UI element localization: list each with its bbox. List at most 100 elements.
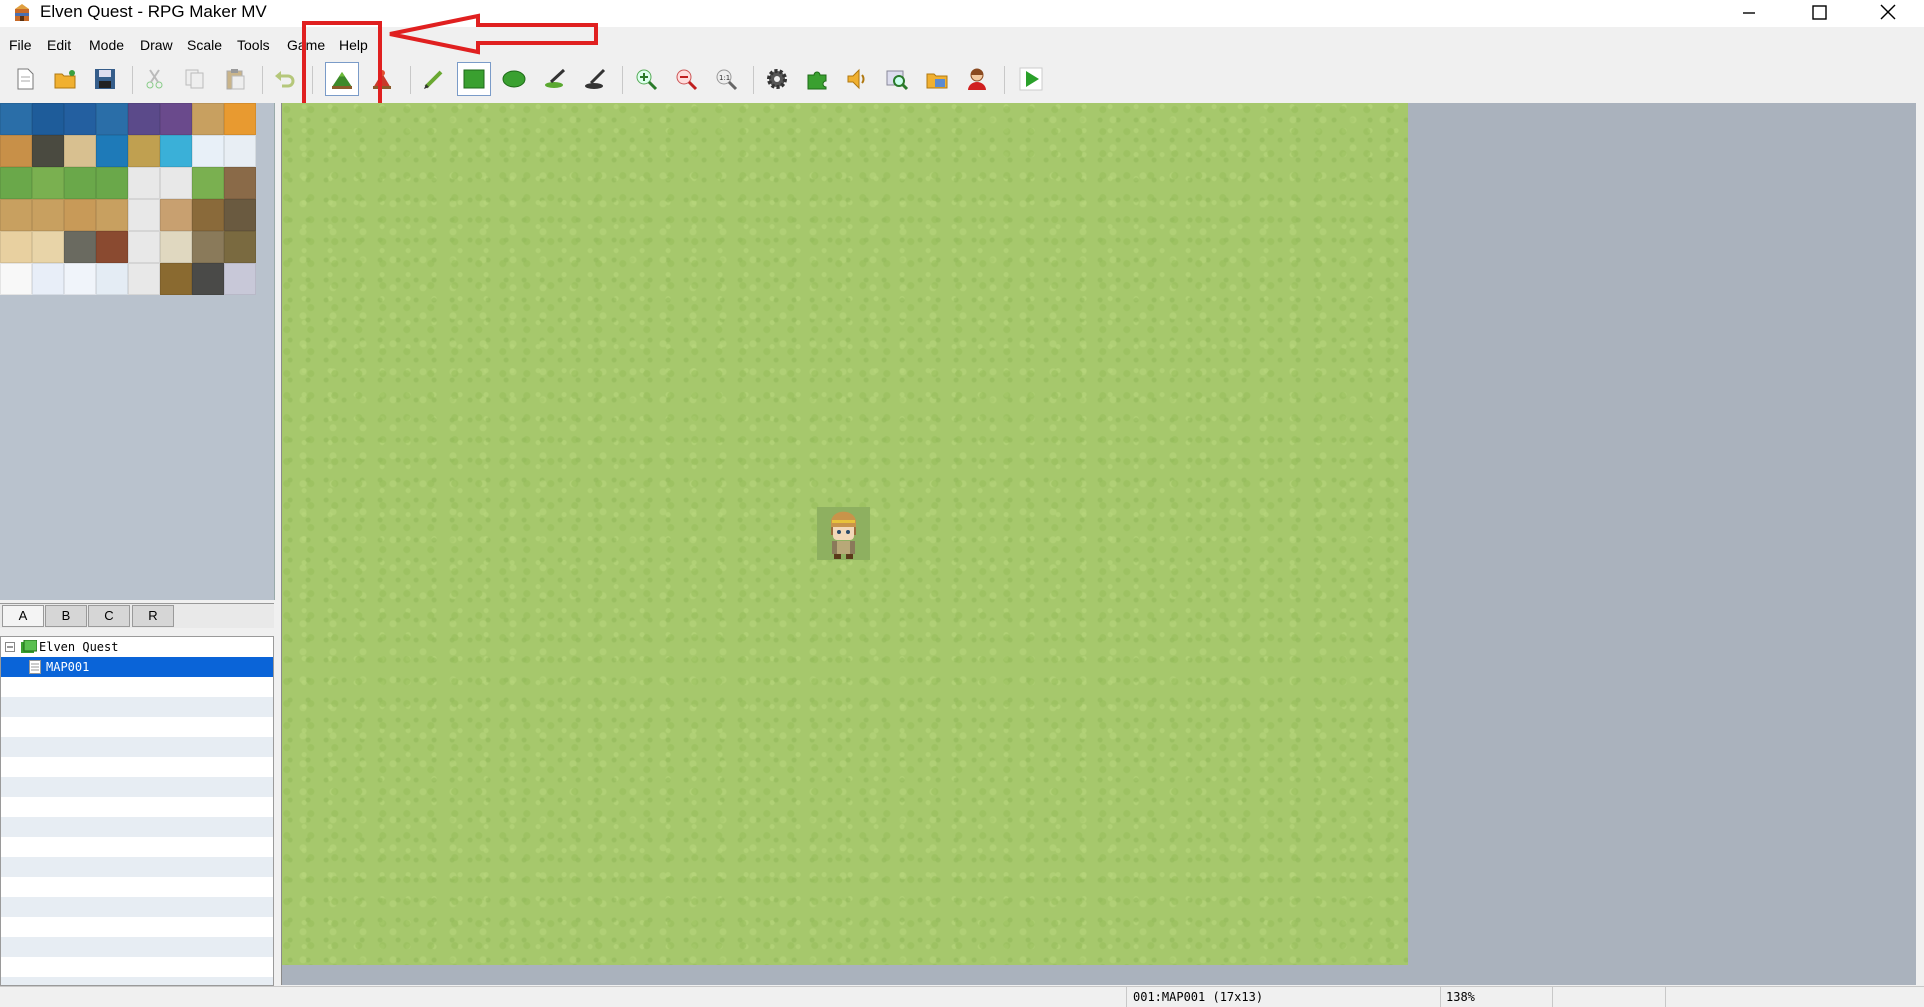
cut-button[interactable]	[138, 62, 172, 96]
tree-row-stripe	[1, 857, 273, 877]
tile-swatch[interactable]	[224, 263, 256, 295]
tileset-tabs: A B C R	[0, 603, 274, 628]
tile-swatch[interactable]	[32, 135, 64, 167]
close-button[interactable]	[1853, 0, 1923, 27]
tile-swatch[interactable]	[96, 135, 128, 167]
database-button[interactable]	[760, 62, 794, 96]
tile-swatch[interactable]	[96, 167, 128, 199]
tab-r[interactable]: R	[132, 605, 174, 627]
status-divider	[1126, 987, 1127, 1007]
menu-file[interactable]: File	[9, 37, 32, 53]
tile-swatch[interactable]	[32, 103, 64, 135]
tile-swatch[interactable]	[192, 167, 224, 199]
tile-grid[interactable]	[0, 103, 258, 296]
tab-a[interactable]: A	[2, 605, 44, 627]
flood-fill-button[interactable]	[538, 62, 572, 96]
pencil-button[interactable]	[417, 62, 451, 96]
tile-swatch[interactable]	[128, 231, 160, 263]
zoom-out-button[interactable]	[669, 62, 703, 96]
menu-scale[interactable]: Scale	[187, 37, 222, 53]
save-icon	[95, 69, 115, 89]
zoom-in-button[interactable]	[629, 62, 663, 96]
tile-swatch[interactable]	[96, 231, 128, 263]
minimize-button[interactable]	[1713, 0, 1783, 27]
tile-swatch[interactable]	[192, 103, 224, 135]
tile-swatch[interactable]	[96, 199, 128, 231]
collapse-icon[interactable]	[5, 642, 15, 652]
tile-swatch[interactable]	[160, 103, 192, 135]
tile-swatch[interactable]	[32, 167, 64, 199]
menu-edit[interactable]: Edit	[47, 37, 71, 53]
tree-project-row[interactable]: Elven Quest	[1, 637, 273, 657]
tile-swatch[interactable]	[224, 231, 256, 263]
tile-swatch[interactable]	[128, 135, 160, 167]
menu-draw[interactable]: Draw	[140, 37, 173, 53]
plugin-manager-button[interactable]	[800, 62, 834, 96]
save-project-button[interactable]	[88, 62, 122, 96]
tile-swatch[interactable]	[64, 263, 96, 295]
actual-size-icon: 1:1	[716, 69, 738, 91]
map-canvas-area[interactable]	[281, 103, 1924, 985]
new-project-button[interactable]	[8, 62, 42, 96]
ellipse-button[interactable]	[497, 62, 531, 96]
tile-swatch[interactable]	[96, 263, 128, 295]
rectangle-button[interactable]	[457, 62, 491, 96]
tile-swatch[interactable]	[160, 199, 192, 231]
sound-test-button[interactable]	[840, 62, 874, 96]
tile-swatch[interactable]	[0, 103, 32, 135]
map-grass[interactable]	[282, 103, 1408, 965]
tile-swatch[interactable]	[224, 167, 256, 199]
tile-swatch[interactable]	[128, 167, 160, 199]
tab-c[interactable]: C	[88, 605, 130, 627]
tile-swatch[interactable]	[0, 167, 32, 199]
tile-swatch[interactable]	[128, 199, 160, 231]
tile-swatch[interactable]	[192, 263, 224, 295]
tree-map-row-selected[interactable]: MAP001	[1, 657, 273, 677]
tile-swatch[interactable]	[192, 199, 224, 231]
toolbar-separator	[753, 66, 754, 94]
tile-swatch[interactable]	[192, 135, 224, 167]
menu-mode[interactable]: Mode	[89, 37, 124, 53]
tile-swatch[interactable]	[0, 231, 32, 263]
playtest-button[interactable]	[1014, 62, 1048, 96]
tile-swatch[interactable]	[224, 135, 256, 167]
status-map-info: 001:MAP001 (17x13)	[1133, 990, 1264, 1004]
character-generator-button[interactable]	[960, 62, 994, 96]
paste-button[interactable]	[218, 62, 252, 96]
tile-swatch[interactable]	[64, 199, 96, 231]
event-searcher-button[interactable]	[880, 62, 914, 96]
tile-swatch[interactable]	[64, 135, 96, 167]
tile-swatch[interactable]	[160, 135, 192, 167]
tile-swatch[interactable]	[224, 103, 256, 135]
tile-swatch[interactable]	[160, 231, 192, 263]
tab-b[interactable]: B	[45, 605, 87, 627]
tile-swatch[interactable]	[0, 263, 32, 295]
tile-swatch[interactable]	[32, 231, 64, 263]
menu-tools[interactable]: Tools	[237, 37, 270, 53]
tile-swatch[interactable]	[96, 103, 128, 135]
tile-swatch[interactable]	[32, 263, 64, 295]
tile-swatch[interactable]	[64, 167, 96, 199]
tile-swatch[interactable]	[160, 167, 192, 199]
maximize-button[interactable]	[1783, 0, 1853, 27]
resource-manager-button[interactable]	[920, 62, 954, 96]
map-tree[interactable]: Elven Quest MAP001	[0, 636, 274, 986]
undo-button[interactable]	[268, 62, 302, 96]
tile-swatch[interactable]	[0, 135, 32, 167]
tile-swatch[interactable]	[160, 263, 192, 295]
tile-swatch[interactable]	[192, 231, 224, 263]
tile-swatch[interactable]	[32, 199, 64, 231]
shadow-pen-button[interactable]	[578, 62, 612, 96]
tile-swatch[interactable]	[128, 103, 160, 135]
tile-swatch[interactable]	[128, 263, 160, 295]
project-icon	[21, 640, 37, 653]
tile-swatch[interactable]	[224, 199, 256, 231]
tile-swatch[interactable]	[64, 231, 96, 263]
actual-size-button[interactable]: 1:1	[709, 62, 743, 96]
tile-swatch[interactable]	[64, 103, 96, 135]
player-start-event-icon[interactable]	[817, 507, 870, 560]
copy-button[interactable]	[178, 62, 212, 96]
tile-swatch[interactable]	[0, 199, 32, 231]
open-project-button[interactable]	[48, 62, 82, 96]
tileset-palette[interactable]	[0, 103, 275, 600]
